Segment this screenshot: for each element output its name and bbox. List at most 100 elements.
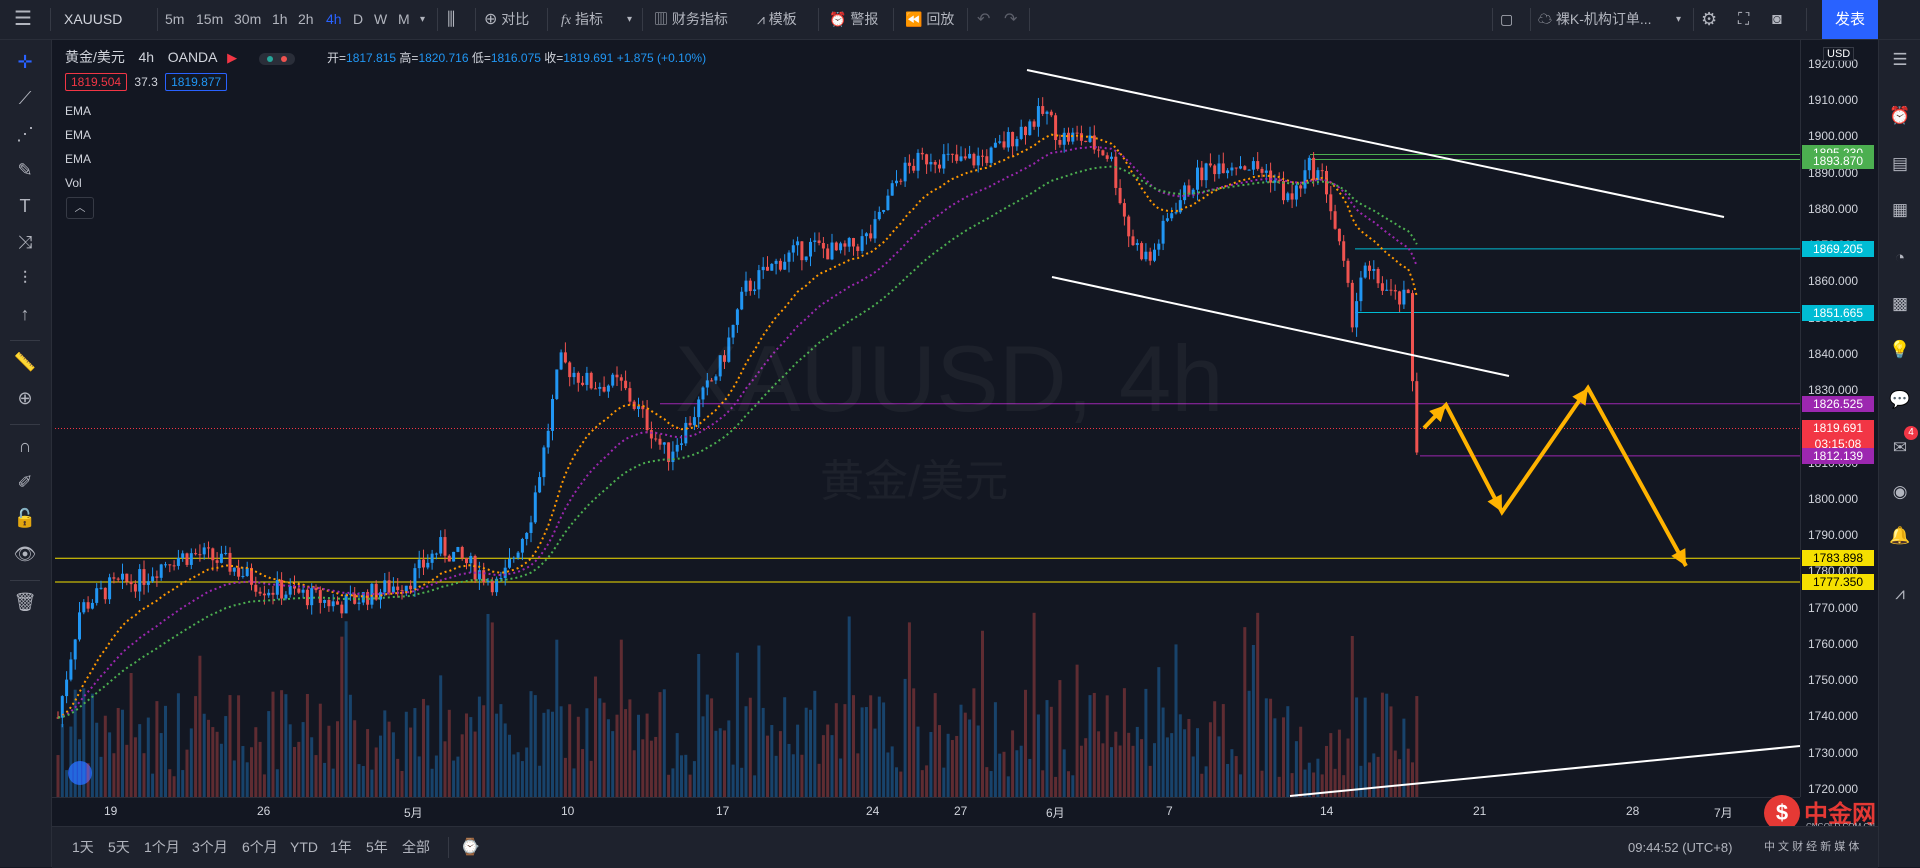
range-all[interactable]: 全部: [402, 827, 430, 868]
timeframe-4h[interactable]: 4h: [326, 0, 342, 39]
volume-bar: [1183, 729, 1187, 797]
chevron-down-icon[interactable]: ▾: [1676, 0, 1681, 39]
candle: [1097, 149, 1101, 151]
undo-icon[interactable]: ↶: [977, 0, 990, 39]
price-chart[interactable]: [0, 0, 1920, 867]
chevron-down-icon[interactable]: ▾: [627, 0, 632, 39]
status-toggle[interactable]: [258, 52, 295, 65]
camera-icon[interactable]: ◙: [1772, 0, 1782, 39]
timeframe-w[interactable]: W: [374, 0, 387, 39]
candle: [327, 599, 331, 607]
range-1y[interactable]: 1年: [330, 827, 352, 868]
idea-icon[interactable]: 💡: [1888, 338, 1912, 362]
eye-icon[interactable]: 👁: [13, 542, 37, 566]
volume-bar: [1264, 698, 1268, 797]
indicator-ema-1[interactable]: EMA: [65, 104, 91, 118]
candle: [993, 142, 997, 148]
candle: [632, 401, 636, 409]
divider: [448, 837, 449, 858]
volume-bar: [176, 693, 180, 797]
range-1m[interactable]: 1个月: [144, 827, 180, 868]
publish-button[interactable]: 发表: [1822, 0, 1878, 39]
volume-bar: [1092, 692, 1096, 797]
stream-icon[interactable]: ◉: [1888, 480, 1912, 504]
calendar-icon[interactable]: ▩: [1888, 292, 1912, 316]
candle: [112, 577, 116, 579]
alarm-icon[interactable]: ⏰: [1888, 104, 1912, 128]
goto-date-icon[interactable]: ⌚: [460, 827, 480, 868]
timeframe-30m[interactable]: 30m: [234, 0, 261, 39]
candle: [460, 547, 464, 559]
news-icon[interactable]: ▤: [1888, 152, 1912, 176]
indicator-ema-2[interactable]: EMA: [65, 128, 91, 142]
timeframe-15m[interactable]: 15m: [196, 0, 223, 39]
volume-bar: [452, 760, 456, 797]
layout-select-icon[interactable]: ▢: [1500, 0, 1513, 39]
range-1d[interactable]: 1天: [72, 827, 94, 868]
indicator-ema-3[interactable]: EMA: [65, 152, 91, 166]
volume-bar: [112, 753, 116, 797]
lock-icon[interactable]: 🔓: [13, 506, 37, 530]
compare-button[interactable]: ⊕ 对比: [484, 0, 529, 39]
lock-drawing-icon[interactable]: ✐: [13, 470, 37, 494]
collapse-legend-button[interactable]: ︿: [66, 197, 94, 219]
ruler-icon[interactable]: 📏: [13, 350, 37, 374]
chat-icon[interactable]: 💬: [1888, 388, 1912, 412]
timeframe-d[interactable]: D: [353, 0, 363, 39]
range-5d[interactable]: 5天: [108, 827, 130, 868]
bid-button[interactable]: 1819.504: [65, 73, 128, 91]
trash-icon[interactable]: 🗑: [13, 590, 37, 614]
menu-icon[interactable]: ☰: [14, 0, 32, 39]
alert-button[interactable]: ⏰ 警报: [829, 0, 878, 39]
templates-button[interactable]: ⩘ 模板: [757, 0, 797, 39]
time-axis[interactable]: [52, 797, 1800, 827]
trendline-icon[interactable]: ⟋: [13, 86, 37, 110]
list-icon[interactable]: ☰: [1888, 48, 1912, 72]
candle: [800, 241, 804, 261]
ohlc-values: 开=1817.815 高=1820.716 低=1816.075 收=1819.…: [327, 49, 706, 66]
chevron-down-icon[interactable]: ▾: [420, 0, 425, 39]
hotlist-icon[interactable]: ◔: [1888, 246, 1912, 270]
currency-label[interactable]: USD: [1823, 47, 1855, 61]
candle: [370, 583, 374, 605]
text-icon[interactable]: T: [13, 194, 37, 218]
fullscreen-icon[interactable]: ⛶: [1738, 0, 1749, 39]
indicator-vol[interactable]: Vol: [65, 176, 82, 190]
data-window-icon[interactable]: ▦: [1888, 198, 1912, 222]
symbol-title[interactable]: 黄金/美元: [65, 49, 125, 65]
magnet-icon[interactable]: ∩: [13, 434, 37, 458]
range-3m[interactable]: 3个月: [192, 827, 228, 868]
zoom-icon[interactable]: ⊕: [13, 386, 37, 410]
crosshair-icon[interactable]: ✛: [13, 50, 37, 74]
gear-icon[interactable]: ⚙: [1701, 0, 1717, 39]
redo-icon[interactable]: ↷: [1004, 0, 1017, 39]
price-level-label: 1851.665: [1802, 304, 1874, 321]
bell-icon[interactable]: 🔔: [1888, 524, 1912, 548]
volume-bar: [1135, 726, 1139, 797]
timeframe-1h[interactable]: 1h: [272, 0, 288, 39]
timeframe-m[interactable]: M: [398, 0, 410, 39]
symbol-search[interactable]: XAUUSD: [64, 0, 122, 39]
financials-button[interactable]: ▥ 财务指标: [654, 0, 728, 39]
rewind-icon: ⏪: [905, 11, 923, 27]
arrow-up-icon[interactable]: ↑: [13, 302, 37, 326]
candle: [404, 585, 408, 592]
candle-style-icon[interactable]: ⫼: [447, 0, 455, 39]
range-ytd[interactable]: YTD: [290, 827, 318, 868]
clock[interactable]: 09:44:52 (UTC+8): [1628, 827, 1732, 868]
fib-icon[interactable]: ⋰: [13, 122, 37, 146]
brush-icon[interactable]: ✎: [13, 158, 37, 182]
timeframe-2h[interactable]: 2h: [298, 0, 314, 39]
pattern-icon[interactable]: ⤨: [13, 230, 37, 254]
ask-button[interactable]: 1819.877: [165, 73, 228, 91]
forecast-icon[interactable]: ⫶: [13, 266, 37, 290]
pulse-icon[interactable]: ⩘: [1888, 582, 1912, 606]
volume-bar: [1165, 737, 1169, 797]
timeframe-5m[interactable]: 5m: [165, 0, 184, 39]
indicators-button[interactable]: fx 指标: [561, 0, 603, 39]
range-6m[interactable]: 6个月: [242, 827, 278, 868]
layout-name-button[interactable]: ☁ 裸K-机构订单...: [1538, 0, 1652, 39]
volume-bar: [800, 754, 804, 797]
range-5y[interactable]: 5年: [366, 827, 388, 868]
replay-button[interactable]: ⏪ 回放: [905, 0, 954, 39]
